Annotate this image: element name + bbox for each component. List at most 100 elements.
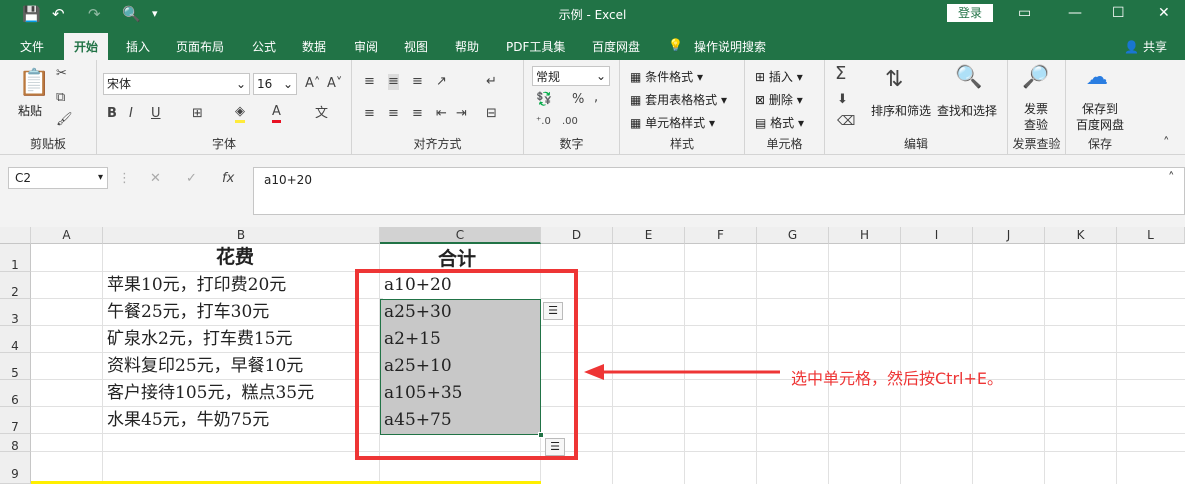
column-header-f[interactable]: F: [685, 227, 757, 244]
paste-button[interactable]: 粘贴: [18, 102, 42, 119]
align-right-icon[interactable]: ≡: [412, 106, 423, 122]
row-header-5[interactable]: 5: [0, 353, 31, 380]
autosum-icon[interactable]: Σ: [835, 65, 846, 83]
tab-help[interactable]: 帮助: [455, 38, 479, 55]
maximize-icon[interactable]: ☐: [1112, 3, 1125, 23]
row-header-1[interactable]: 1: [0, 244, 31, 272]
tell-me-search[interactable]: 操作说明搜索: [694, 38, 766, 55]
align-middle-icon[interactable]: ≡: [388, 74, 399, 90]
find-select-icon[interactable]: 🔍: [955, 66, 982, 90]
row-header-8[interactable]: 8: [0, 434, 31, 453]
cell-styles-button[interactable]: ▦ 单元格样式 ▾: [630, 114, 715, 131]
italic-button[interactable]: I: [129, 106, 133, 122]
share-button[interactable]: 👤 共享: [1124, 38, 1167, 55]
outdent-icon[interactable]: ⇥: [456, 106, 467, 122]
comma-button[interactable]: ,: [594, 90, 598, 106]
phonetic-icon[interactable]: 文: [315, 106, 328, 122]
cut-icon[interactable]: ✂: [56, 66, 67, 82]
column-header-e[interactable]: E: [613, 227, 685, 244]
cell-b6[interactable]: 客户接待105元，糕点35元: [107, 380, 314, 407]
invoice-check-icon[interactable]: 🔎: [1022, 66, 1049, 90]
invoice-button-line2[interactable]: 查验: [1024, 116, 1048, 133]
increase-decimal-icon[interactable]: ⁺.0: [536, 114, 551, 130]
cell-b4[interactable]: 矿泉水2元，打车费15元: [107, 326, 292, 353]
sort-filter-icon[interactable]: ⇅: [885, 68, 903, 92]
tab-baidu-netdisk[interactable]: 百度网盘: [592, 38, 640, 55]
tab-data[interactable]: 数据: [302, 38, 326, 55]
cell-b5[interactable]: 资料复印25元，早餐10元: [107, 353, 303, 380]
format-cells-button[interactable]: ▤ 格式 ▾: [755, 114, 804, 131]
format-painter-icon[interactable]: 🖌: [56, 112, 73, 128]
tab-home[interactable]: 开始: [64, 33, 109, 60]
align-center-icon[interactable]: ≡: [388, 106, 399, 122]
formula-input[interactable]: a10+20: [253, 167, 1185, 215]
column-header-l[interactable]: L: [1117, 227, 1185, 244]
column-header-b[interactable]: B: [103, 227, 380, 244]
fill-icon[interactable]: ⬇: [837, 92, 848, 108]
font-name-select[interactable]: 宋体 ⌄: [103, 73, 250, 95]
border-icon[interactable]: ⊞: [192, 106, 203, 122]
conditional-format-button[interactable]: ▦ 条件格式 ▾: [630, 68, 703, 85]
ribbon-display-icon[interactable]: ▭: [1018, 3, 1031, 23]
copy-icon[interactable]: ⧉: [56, 90, 65, 106]
sort-filter-button[interactable]: 排序和筛选: [871, 102, 931, 119]
row-header-7[interactable]: 7: [0, 407, 31, 434]
row-header-9[interactable]: 9: [0, 452, 31, 484]
decrease-decimal-icon[interactable]: .00: [562, 114, 578, 130]
cell-b7[interactable]: 水果45元，牛奶75元: [107, 407, 269, 434]
clear-icon[interactable]: ⌫: [837, 114, 855, 130]
login-button[interactable]: 登录: [947, 4, 993, 22]
column-header-c[interactable]: C: [380, 227, 541, 244]
fill-color-icon[interactable]: ◈: [235, 104, 245, 123]
number-format-select[interactable]: 常规 ⌄: [532, 66, 610, 86]
cancel-icon[interactable]: ✕: [150, 171, 161, 187]
name-box[interactable]: C2 ▾: [8, 167, 108, 189]
decrease-font-icon[interactable]: A˅: [327, 76, 342, 92]
row-header-6[interactable]: 6: [0, 380, 31, 407]
currency-icon[interactable]: 💱: [536, 92, 552, 108]
font-color-button[interactable]: A: [272, 104, 281, 123]
merge-center-icon[interactable]: ⊟: [486, 106, 497, 122]
align-top-icon[interactable]: ≡: [364, 74, 375, 90]
row-header-3[interactable]: 3: [0, 299, 31, 326]
tab-pdf-tools[interactable]: PDF工具集: [506, 38, 565, 55]
invoice-button-line1[interactable]: 发票: [1024, 100, 1048, 117]
bold-button[interactable]: B: [107, 106, 117, 122]
format-table-button[interactable]: ▦ 套用表格格式 ▾: [630, 91, 727, 108]
paste-icon[interactable]: 📋: [18, 68, 50, 98]
font-size-select[interactable]: 16 ⌄: [253, 73, 297, 95]
insert-cells-button[interactable]: ⊞ 插入 ▾: [755, 68, 803, 85]
cell-b2[interactable]: 苹果10元，打印费20元: [107, 272, 286, 299]
baidu-cloud-icon[interactable]: ☁: [1086, 66, 1108, 90]
column-header-d[interactable]: D: [541, 227, 613, 244]
collapse-ribbon-icon[interactable]: ˄: [1163, 136, 1170, 152]
tab-file[interactable]: 文件: [20, 38, 44, 55]
row-header-4[interactable]: 4: [0, 326, 31, 353]
column-header-h[interactable]: H: [829, 227, 901, 244]
expand-formula-bar-icon[interactable]: ˄: [1168, 171, 1175, 187]
align-bottom-icon[interactable]: ≡: [412, 74, 423, 90]
underline-button[interactable]: U: [151, 106, 161, 122]
row-header-2[interactable]: 2: [0, 272, 31, 299]
save-to-button-line1[interactable]: 保存到: [1082, 100, 1118, 117]
column-header-a[interactable]: A: [31, 227, 103, 244]
wrap-text-icon[interactable]: ↵: [486, 74, 497, 90]
cell-b3[interactable]: 午餐25元，打车30元: [107, 299, 269, 326]
column-header-k[interactable]: K: [1045, 227, 1117, 244]
align-left-icon[interactable]: ≡: [364, 106, 375, 122]
column-header-g[interactable]: G: [757, 227, 829, 244]
close-icon[interactable]: ✕: [1158, 3, 1170, 23]
column-header-j[interactable]: J: [973, 227, 1045, 244]
indent-icon[interactable]: ⇤: [436, 106, 447, 122]
select-all-corner[interactable]: [0, 227, 31, 244]
percent-button[interactable]: %: [572, 92, 584, 108]
tab-view[interactable]: 视图: [404, 38, 428, 55]
cell-b1[interactable]: 花费: [216, 244, 254, 271]
delete-cells-button[interactable]: ⊠ 删除 ▾: [755, 91, 803, 108]
insert-function-button[interactable]: fx: [222, 171, 234, 187]
increase-font-icon[interactable]: A˄: [305, 76, 320, 92]
save-to-button-line2[interactable]: 百度网盘: [1076, 116, 1124, 133]
orientation-icon[interactable]: ↗: [436, 74, 447, 90]
column-header-i[interactable]: I: [901, 227, 973, 244]
tab-formulas[interactable]: 公式: [252, 38, 276, 55]
